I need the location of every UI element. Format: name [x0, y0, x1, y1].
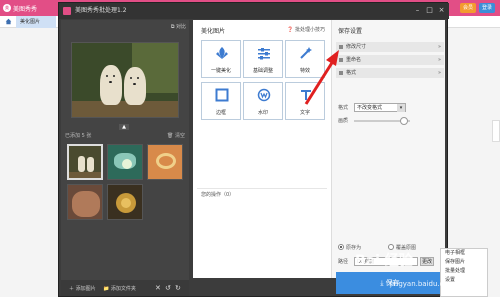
quality-slider-knob[interactable] — [400, 117, 408, 125]
menu-item[interactable]: 批量处理 — [441, 267, 487, 276]
resize-icon — [339, 45, 343, 49]
image-list-footer: ＋ 添加图片 📁 添加文件夹 ✕ ↺ ↻ — [61, 280, 189, 296]
side-scroll-tab[interactable] — [492, 120, 500, 142]
dialog-title: 美图秀秀批处理1.2 — [75, 7, 127, 14]
frame-icon — [215, 88, 229, 102]
browse-button[interactable]: 更改 — [420, 257, 434, 266]
rename-icon — [339, 58, 343, 62]
dog-left — [100, 65, 122, 105]
tool-label: 特效 — [299, 68, 310, 74]
chevron-right-icon: » — [437, 57, 441, 63]
thumbnail-portrait[interactable] — [67, 184, 103, 220]
close-icon[interactable]: × — [437, 6, 446, 15]
app-right-buttons: 会员 登录 — [459, 3, 495, 13]
tab-beautify[interactable]: 美化图片 — [16, 16, 56, 28]
thumbnail-green[interactable] — [107, 144, 143, 180]
text-icon — [301, 90, 311, 100]
menu-item[interactable]: 电子相框 — [441, 249, 487, 258]
tool-basic-adjust[interactable]: 基础调整 — [243, 40, 283, 78]
row-label: 格式 — [346, 70, 357, 76]
sliders-icon — [258, 48, 270, 60]
delete-icon[interactable]: ✕ — [155, 284, 161, 292]
dialog-titlebar: 美图秀秀批处理1.2 – □ × — [59, 3, 449, 19]
row-rename[interactable]: 重命名 » — [336, 55, 444, 65]
context-menu: 电子相框 保存图片 批量处理 设置 — [440, 248, 488, 297]
quality-label: 画质 — [338, 118, 349, 124]
beautify-icon — [216, 47, 228, 59]
menu-item[interactable]: 保存图片 — [441, 258, 487, 267]
tool-label: 文字 — [299, 110, 310, 116]
chevron-down-icon: » — [437, 70, 441, 76]
app-logo: 美 美图秀秀 — [3, 3, 43, 13]
format-label: 格式 — [338, 105, 349, 111]
image-list-panel: ⧉ 对比 ▲ 已添加 5 张 🗑 清空 ＋ 添加图片 📁 添加文件夹 ✕ ↺ ↻ — [61, 20, 189, 296]
tool-effects[interactable]: 特效 — [285, 40, 325, 78]
tool-label: 水印 — [257, 110, 268, 116]
tool-text[interactable]: 文字 — [285, 82, 325, 120]
save-settings-panel: 保存设置 修改尺寸 » 重命名 » 格式 » 格式 不改变格式 ▾ 画质 原存为… — [331, 20, 445, 294]
magic-wand-icon — [300, 47, 312, 59]
beautify-panel: 美化图片 ❓ 批处理小技巧 一键美化 基础调整 特效 边框 水印 文字 您的操作… — [193, 20, 331, 278]
login-button[interactable]: 登录 — [478, 3, 495, 13]
thumbnail-dogs[interactable] — [67, 144, 103, 180]
rotate-left-icon[interactable]: ↺ — [165, 284, 171, 292]
added-count: 已添加 5 张 — [65, 133, 92, 139]
app-name: 美图秀秀 — [13, 5, 38, 13]
vip-button[interactable]: 会员 — [459, 3, 476, 13]
thumbnail-ring[interactable] — [147, 144, 183, 180]
chevron-right-icon: » — [437, 44, 441, 50]
dialog-logo-icon — [63, 7, 71, 15]
save-settings-heading: 保存设置 — [338, 28, 363, 35]
format-icon — [339, 71, 343, 75]
minimize-icon[interactable]: – — [413, 6, 422, 15]
tool-watermark[interactable]: 水印 — [243, 82, 283, 120]
tool-label: 一键美化 — [210, 68, 231, 74]
tool-frame[interactable]: 边框 — [201, 82, 241, 120]
rotate-right-icon[interactable]: ↻ — [175, 284, 181, 292]
maximize-icon[interactable]: □ — [425, 6, 434, 15]
tool-label: 边框 — [215, 110, 226, 116]
watermark-url: jingyan.baidu.com — [390, 280, 455, 288]
row-resize[interactable]: 修改尺寸 » — [336, 42, 444, 52]
thumbs-header: 已添加 5 张 🗑 清空 — [65, 132, 185, 140]
beautify-heading: 美化图片 — [201, 28, 226, 35]
path-label: 路径 — [338, 259, 349, 265]
clear-button[interactable]: 🗑 清空 — [167, 132, 185, 139]
logo-icon: 美 — [3, 4, 11, 12]
preview-image — [71, 42, 179, 118]
history-label: 您的操作（0） — [201, 192, 235, 198]
thumbnail-coin[interactable] — [107, 184, 143, 220]
home-icon[interactable] — [5, 18, 12, 25]
add-folder-button[interactable]: 📁 添加文件夹 — [103, 285, 136, 292]
divider — [197, 188, 327, 189]
format-value: 不改变格式 — [357, 105, 383, 111]
watermark-icon — [257, 88, 271, 102]
dog-right — [124, 67, 146, 105]
add-image-button[interactable]: ＋ 添加图片 — [69, 285, 96, 292]
tips-link[interactable]: ❓ 批处理小技巧 — [287, 26, 325, 33]
row-format[interactable]: 格式 » — [336, 68, 444, 78]
format-select[interactable]: 不改变格式 ▾ — [354, 103, 406, 112]
collapse-arrow-icon[interactable]: ▲ — [119, 124, 129, 130]
row-label: 重命名 — [346, 57, 362, 63]
tool-auto-beautify[interactable]: 一键美化 — [201, 40, 241, 78]
tool-label: 基础调整 — [252, 68, 273, 74]
radio-save-as[interactable] — [338, 244, 344, 250]
dropdown-arrow-icon: ▾ — [397, 104, 405, 112]
compare-button[interactable]: ⧉ 对比 — [171, 23, 186, 30]
baidu-watermark: Bai 经验 — [355, 253, 413, 269]
row-label: 修改尺寸 — [346, 44, 367, 50]
